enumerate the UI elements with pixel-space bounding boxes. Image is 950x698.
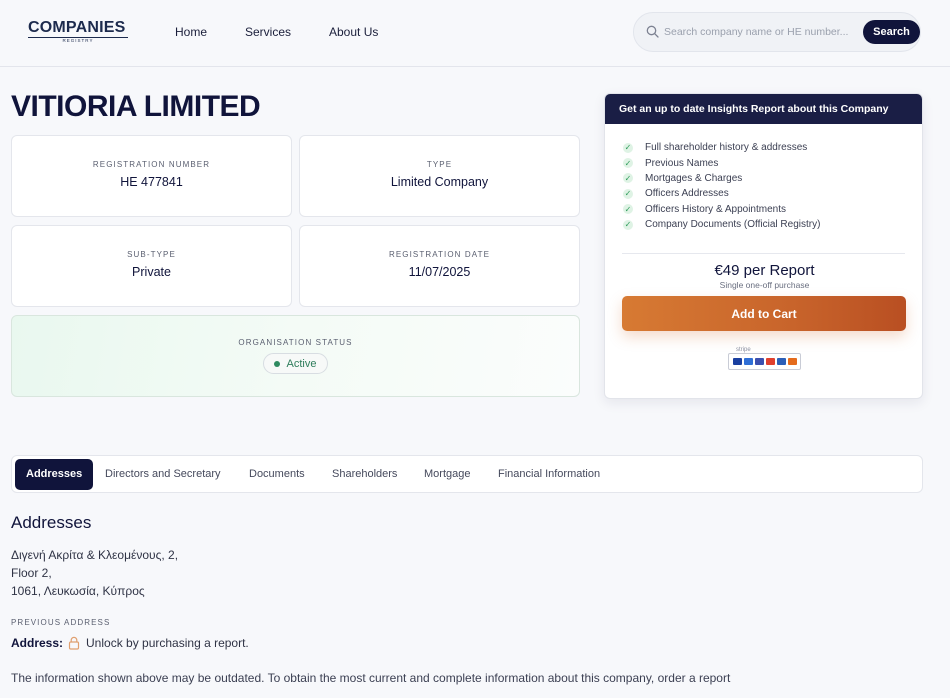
feature-item: ✓ Full shareholder history & addresses [623,140,820,155]
amex-card-icon [743,358,753,365]
feature-label: Previous Names [645,157,719,169]
nav-services[interactable]: Services [245,25,291,39]
visa-card-icon [732,358,742,365]
tab-directors-and-secretary[interactable]: Directors and Secretary [105,459,221,490]
report-heading: Get an up to date Insights Report about … [605,94,922,124]
report-divider [622,253,905,254]
feature-item: ✓ Officers History & Appointments [623,202,820,217]
tab-shareholders[interactable]: Shareholders [332,459,397,490]
card-icon [754,358,764,365]
feature-item: ✓ Mortgages & Charges [623,171,820,186]
stripe-payment-badge: stripe [727,346,801,371]
subtype-card: SUB-TYPE Private [11,225,292,307]
outdated-notice: The information shown above may be outda… [11,671,731,685]
nav-home[interactable]: Home [175,25,207,39]
tab-addresses[interactable]: Addresses [15,459,94,490]
address-line: Διγενή Ακρίτα & Κλεομένους, 2, [11,548,179,562]
tab-documents[interactable]: Documents [249,459,305,490]
unlock-message: Unlock by purchasing a report. [86,636,249,650]
feature-item: ✓ Officers Addresses [623,186,820,201]
section-tabs: Addresses Directors and Secretary Docume… [11,455,923,493]
registration-date-label: REGISTRATION DATE [388,250,491,259]
search-input[interactable] [664,22,859,42]
previous-address-label: PREVIOUS ADDRESS [11,618,111,627]
check-icon: ✓ [623,188,633,199]
page-title: VITIORIA LIMITED [11,90,261,123]
add-to-cart-button[interactable]: Add to Cart [622,296,906,331]
type-card: TYPE Limited Company [299,135,580,217]
card-icon [776,358,786,365]
check-icon: ✓ [623,158,633,169]
search-bar: Search [633,12,921,52]
address-key: Address: [11,636,64,650]
registration-number-card: REGISTRATION NUMBER HE 477841 [11,135,292,217]
check-icon: ✓ [623,219,633,230]
lock-icon [68,636,80,650]
logo-text: COMPANIES [28,19,126,36]
tab-mortgage[interactable]: Mortgage [424,459,470,490]
status-dot-icon [273,360,280,367]
mastercard-icon [765,358,775,365]
subtype-value: Private [132,265,171,279]
feature-item: ✓ Previous Names [623,155,820,170]
search-icon [646,25,659,43]
payment-cards-row [728,353,801,370]
check-icon: ✓ [623,204,633,215]
report-price-note: Single one-off purchase [719,280,810,290]
subtype-label: SUB-TYPE [127,250,176,259]
logo-subtext: REGISTRY [62,38,94,43]
status-text: Active [286,357,317,370]
insights-report-panel: Get an up to date Insights Report about … [604,93,923,399]
type-value: Limited Company [390,175,489,189]
feature-label: Officers Addresses [645,188,729,200]
check-icon: ✓ [623,173,633,184]
top-header: COMPANIES REGISTRY Home Services About U… [0,0,950,67]
registration-number-label: REGISTRATION NUMBER [92,160,211,169]
registration-date-card: REGISTRATION DATE 11/07/2025 [299,225,580,307]
status-badge: Active [262,353,329,374]
feature-label: Mortgages & Charges [645,172,743,184]
search-button[interactable]: Search [863,20,920,44]
report-feature-list: ✓ Full shareholder history & addresses ✓ P… [623,140,820,232]
address-line: 1061, Λευκωσία, Κύπρος [11,584,145,598]
previous-address-row: Address: Unlock by purchasing a report. [11,636,249,650]
feature-label: Company Documents (Official Registry) [645,219,821,231]
report-price: €49 per Report [714,262,815,279]
nav-about-us[interactable]: About Us [329,25,378,39]
feature-item: ✓ Company Documents (Official Registry) [623,217,820,232]
organisation-status-card: ORGANISATION STATUS Active [11,315,580,397]
registration-date-value: 11/07/2025 [408,265,471,279]
check-icon: ✓ [623,142,633,153]
companies-registry-logo[interactable]: COMPANIES REGISTRY [28,20,128,44]
organisation-status-label: ORGANISATION STATUS [238,338,353,347]
tab-financial-information[interactable]: Financial Information [498,459,600,490]
addresses-heading: Addresses [11,513,92,532]
address-line: Floor 2, [11,566,52,580]
type-label: TYPE [426,160,453,169]
feature-label: Officers History & Appointments [645,203,786,215]
feature-label: Full shareholder history & addresses [645,142,808,154]
discover-card-icon [787,358,797,365]
registration-number-value: HE 477841 [120,175,183,189]
